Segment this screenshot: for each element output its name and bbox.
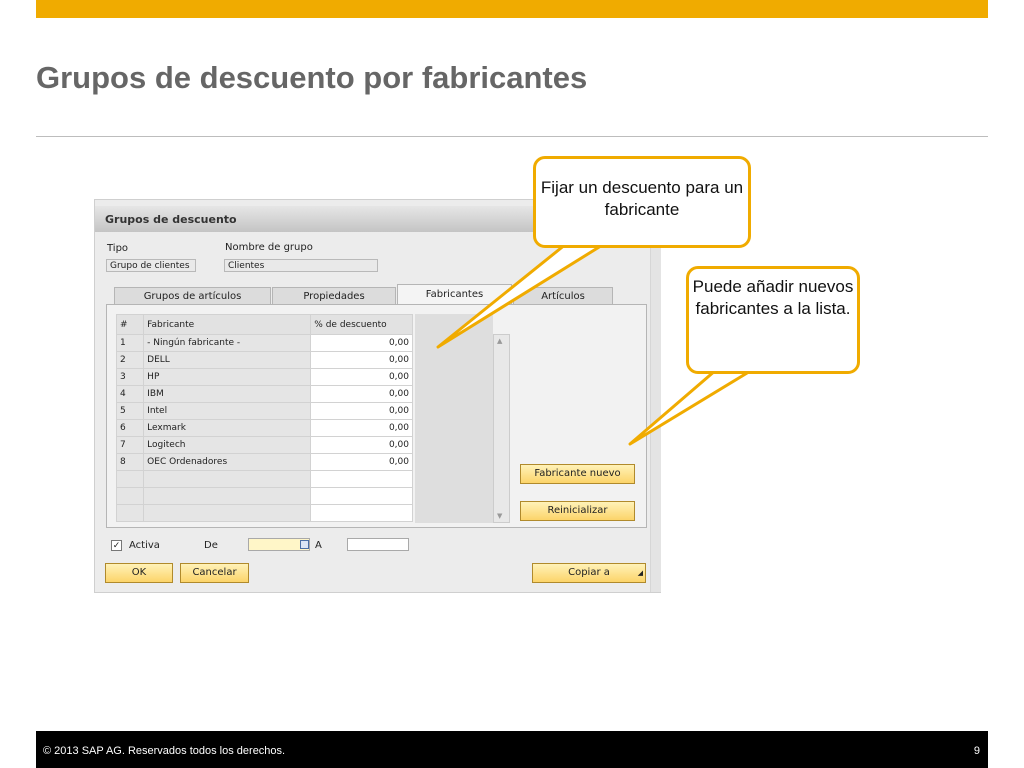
callout-anadir-fabricantes: Puede añadir nuevos fabricantes a la lis… (686, 266, 860, 374)
footer-bar: © 2013 SAP AG. Reservados todos los dere… (36, 731, 988, 768)
callout-fijar-descuento: Fijar un descuento para un fabricante (533, 156, 751, 248)
page-number: 9 (973, 745, 980, 757)
footer-copyright: © 2013 SAP AG. Reservados todos los dere… (43, 745, 286, 757)
callout-arrows (436, 242, 754, 446)
callout-2-pointer (628, 368, 754, 446)
callout-1-pointer (436, 242, 606, 349)
